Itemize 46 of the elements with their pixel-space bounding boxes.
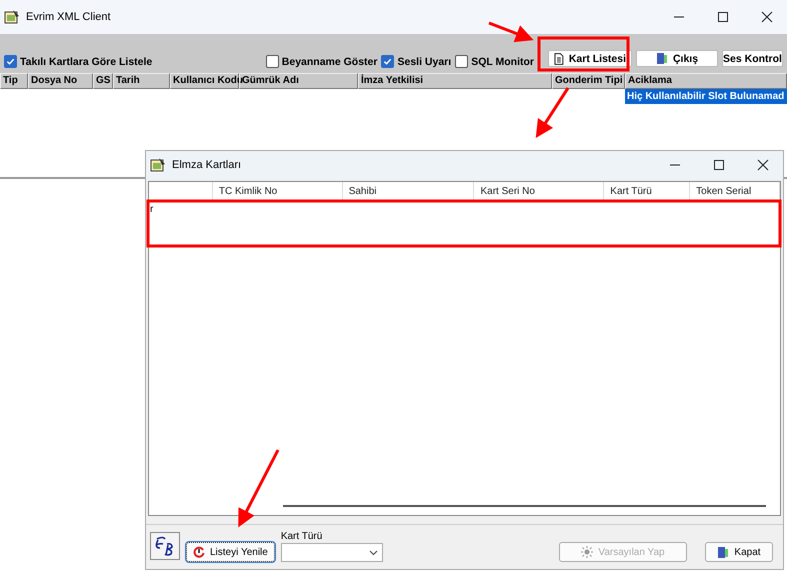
column-header[interactable]: Kart Türü (610, 186, 652, 197)
table-cell: Hiç Kullanılabilir Slot Bulunamad (625, 89, 787, 104)
toolbar-button[interactable]: Kart Listesi (548, 50, 632, 67)
checkbox-label: Sesli Uyarı (397, 56, 452, 68)
column-header[interactable]: Dosya No (28, 73, 93, 89)
refresh-button[interactable]: Listeyi Yenile (186, 542, 275, 562)
door-icon (717, 546, 730, 558)
checkbox[interactable] (4, 55, 17, 68)
column-header[interactable]: GS (93, 73, 113, 89)
window-title: Evrim XML Client (26, 11, 112, 23)
document-icon (554, 52, 564, 64)
refresh-icon (193, 546, 205, 558)
table-cell: r (150, 204, 154, 215)
close-icon[interactable] (757, 159, 769, 171)
arrow-drawing (536, 87, 570, 138)
dialog-title: Elmza Kartları (172, 159, 242, 171)
sun-icon (581, 546, 594, 558)
maximize-icon[interactable] (713, 159, 725, 171)
toolbar-button[interactable]: Çıkış (636, 50, 718, 67)
column-header[interactable]: Sahibi (348, 186, 377, 197)
column-header[interactable]: Gonderim Tipi (552, 73, 625, 89)
column-header[interactable]: İmza Yetkilisi (358, 73, 552, 89)
column-header[interactable]: Kart Seri No (480, 186, 535, 197)
app-icon (150, 157, 166, 173)
checkbox[interactable] (381, 55, 394, 68)
field-label: Kart Türü (280, 531, 324, 542)
column-header[interactable]: Tip (0, 73, 28, 89)
column-header[interactable]: Aciklama (625, 73, 787, 89)
maximize-icon[interactable] (717, 11, 729, 23)
close-icon[interactable] (761, 11, 773, 23)
column-header[interactable]: Tarih (113, 73, 170, 89)
column-header[interactable]: TC Kimlik No (218, 186, 278, 197)
scrollbar[interactable] (283, 505, 766, 507)
chevron-icon (368, 550, 378, 556)
checkbox[interactable] (455, 55, 468, 68)
checkbox-label: Takılı Kartlara Göre Listele (20, 56, 152, 68)
app-icon (4, 9, 20, 25)
checkbox-label: Beyanname Göster (282, 56, 378, 68)
close-button[interactable]: Kapat (705, 542, 773, 562)
door-icon (656, 52, 668, 65)
checkbox[interactable] (266, 55, 279, 68)
arrow-drawing (488, 22, 534, 42)
column-header[interactable]: Token Serial (696, 186, 752, 197)
logo-icon[interactable] (150, 532, 180, 560)
toolbar-button[interactable]: Ses Kontrol (722, 50, 783, 67)
checkbox-label: SQL Monitor (471, 56, 534, 68)
